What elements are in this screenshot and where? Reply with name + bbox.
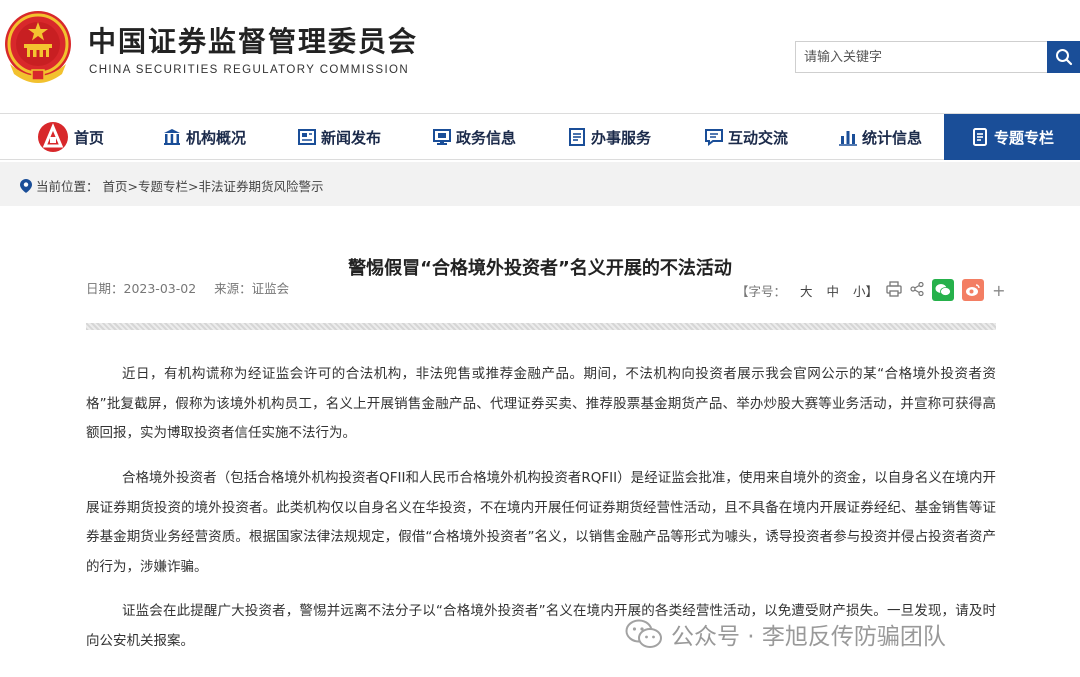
nav-label: 新闻发布 xyxy=(320,128,381,147)
location-pin-icon xyxy=(20,178,32,193)
font-size-label: 【字号： xyxy=(736,283,787,299)
nav-item-services[interactable]: 办事服务 xyxy=(555,114,663,160)
nav-item-about[interactable]: 机构概况 xyxy=(150,114,258,160)
article-source: 来源：证监会 xyxy=(214,281,290,296)
emblem-icon xyxy=(36,120,70,154)
font-size-small[interactable]: 小】 xyxy=(853,281,878,300)
site-title-en: CHINA SECURITIES REGULATORY COMMISSION xyxy=(89,64,410,76)
main-nav: 首页 机构概况 新闻发布 政务信息 办事服务 互动交流 统计信息 专题专栏 xyxy=(0,113,1080,160)
nav-item-interaction[interactable]: 互动交流 xyxy=(692,114,800,160)
article-meta: 日期：2023-03-02 来源：证监会 xyxy=(86,278,289,297)
nav-item-home[interactable]: 首页 xyxy=(30,114,110,160)
nav-item-gov-info[interactable]: 政务信息 xyxy=(420,114,528,160)
chat-icon xyxy=(704,127,724,147)
newspaper-icon xyxy=(297,127,317,147)
nav-item-news[interactable]: 新闻发布 xyxy=(285,114,393,160)
site-header: 中国证券监督管理委员会 CHINA SECURITIES REGULATORY … xyxy=(0,0,1080,108)
weibo-share-icon[interactable] xyxy=(962,279,985,301)
book-icon xyxy=(970,127,990,147)
article-paragraph: 近日，有机构谎称为经证监会许可的合法机构，非法兜售或推荐金融产品。期间，不法机构… xyxy=(86,366,996,441)
building-icon xyxy=(162,127,182,147)
font-size-medium[interactable]: 中 xyxy=(827,281,840,300)
breadcrumb-bar: 当前位置： 首页>专题专栏>非法证券期货风险警示 xyxy=(0,162,1080,206)
search-box xyxy=(795,41,1080,73)
site-title-cn: 中国证券监督管理委员会 xyxy=(88,25,419,58)
nav-item-statistics[interactable]: 统计信息 xyxy=(826,114,934,160)
search-input[interactable] xyxy=(795,41,1047,73)
search-icon xyxy=(1055,49,1072,66)
title-divider xyxy=(86,323,996,330)
wechat-share-icon[interactable] xyxy=(932,279,955,301)
nav-item-special-topics[interactable]: 专题专栏 xyxy=(944,114,1080,160)
national-emblem-icon xyxy=(2,8,74,90)
article-paragraph: 合格境外投资者（包括合格境外机构投资者QFII和人民币合格境外机构投资者RQFI… xyxy=(86,470,996,575)
nav-label: 专题专栏 xyxy=(993,128,1054,147)
nav-label: 政务信息 xyxy=(455,128,516,147)
print-icon[interactable] xyxy=(886,280,902,300)
bar-chart-icon xyxy=(838,127,858,147)
more-share-icon[interactable]: + xyxy=(992,281,1005,300)
breadcrumb: 当前位置： 首页>专题专栏>非法证券期货风险警示 xyxy=(20,176,323,195)
watermark: 公众号 · 李旭反传防骗团队 xyxy=(625,615,946,653)
nav-label: 统计信息 xyxy=(861,128,922,147)
article-title: 警惕假冒“合格境外投资者”名义开展的不法活动 xyxy=(348,258,732,279)
article-date: 日期：2023-03-02 xyxy=(86,281,197,296)
search-button[interactable] xyxy=(1047,41,1080,73)
document-icon xyxy=(567,127,587,147)
wechat-watermark-icon xyxy=(625,619,662,648)
font-size-large[interactable]: 大 xyxy=(800,281,813,300)
share-icon[interactable] xyxy=(910,281,924,299)
nav-label: 互动交流 xyxy=(727,128,788,147)
watermark-text: 公众号 · 李旭反传防骗团队 xyxy=(671,624,946,650)
nav-label: 首页 xyxy=(73,128,104,147)
nav-label: 办事服务 xyxy=(590,128,651,147)
breadcrumb-path[interactable]: 首页>专题专栏>非法证券期货风险警示 xyxy=(103,176,324,195)
breadcrumb-label: 当前位置： xyxy=(36,179,99,194)
article-tools: 【字号： 大 中 小】 + xyxy=(736,278,1005,302)
monitor-icon xyxy=(432,127,452,147)
nav-label: 机构概况 xyxy=(185,128,246,147)
